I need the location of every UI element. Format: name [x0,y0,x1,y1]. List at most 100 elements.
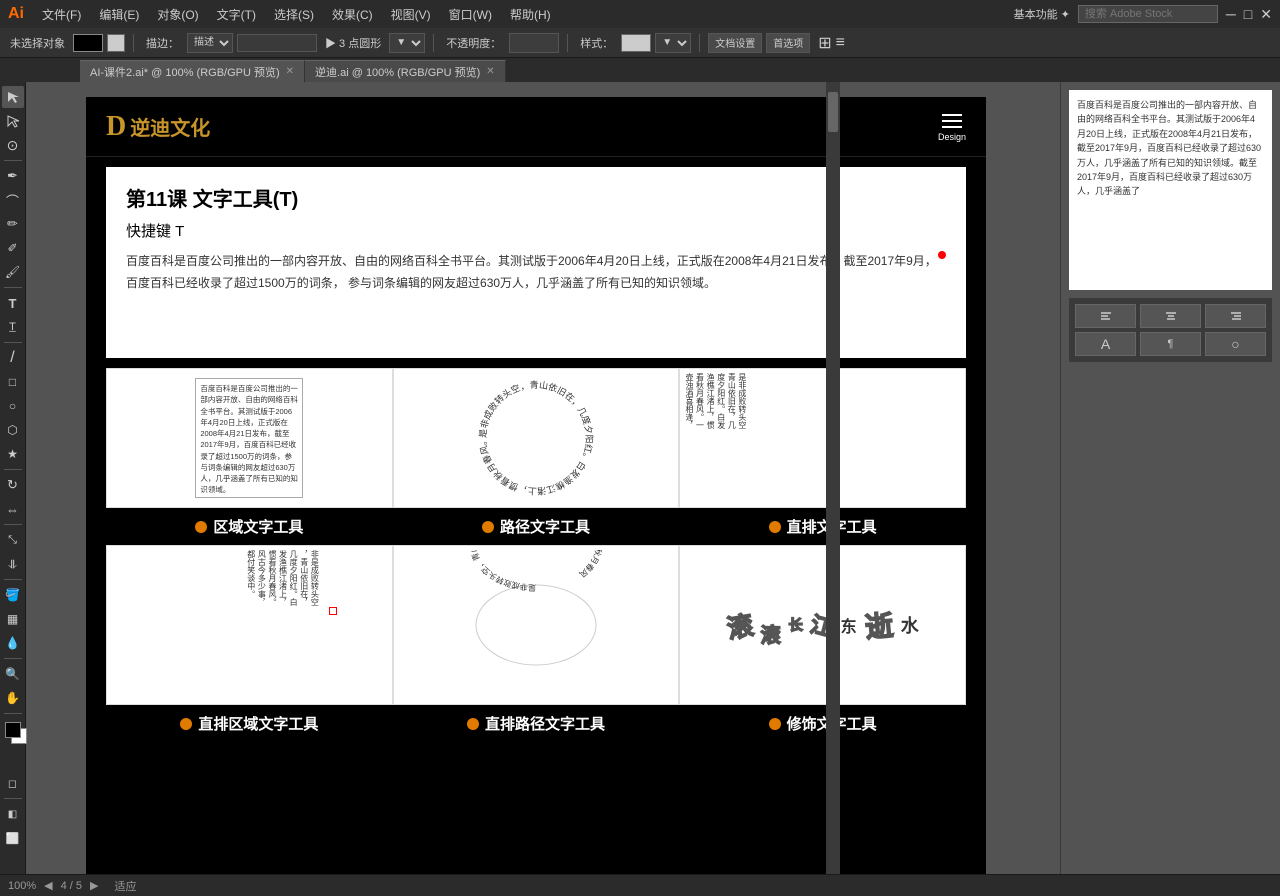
logo-text: 逆迪文化 [130,112,210,141]
tool-hand[interactable]: ✋ [2,687,24,709]
arrow-up-down-icon: ↕ [628,304,637,340]
tool-pen[interactable]: ✒ [2,165,24,187]
window-close[interactable]: ✕ [1260,6,1272,23]
tool-line[interactable]: / [2,347,24,369]
menu-effect[interactable]: 效果(C) [324,4,381,25]
menu-bar-right: 基本功能 ✦ ─ □ ✕ [1014,5,1272,23]
v-area-demo: 非是成败转头空 ，青山依旧在， 几度夕阳红。白 发渔樵江渚上， 惯看秋月春风。 … [106,545,393,734]
blend-select[interactable]: 描述 [187,33,233,53]
right-text-panel: 百度百科是百度公司推出的一部内容开放、自由的网络百科全书平台。其测试版于2006… [1069,90,1272,290]
v-area-dot [180,718,192,730]
align-center-btn[interactable] [1140,304,1201,328]
workspace-icon[interactable]: ≡ [836,34,845,52]
va-col1: 非是成败转头空 [310,550,320,700]
stroke-swatch[interactable] [107,34,125,52]
lesson-title: 第11课 文字工具(T) [126,183,946,212]
menu-select[interactable]: 选择(S) [266,4,322,25]
tool-none[interactable]: ◻ [2,772,24,794]
tab2-label: 逆迪.ai @ 100% (RGB/GPU 预览) [315,64,480,80]
artboard: D 逆迪文化 Design 第11课 文字工具(T) 快捷键 T 百度百科是百度… [86,97,986,874]
tab2-close[interactable]: ✕ [486,66,494,77]
vcol5: 看秋月春风。一 [695,373,705,503]
menu-hamburger[interactable]: Design [938,112,966,142]
tool-blob-brush[interactable]: 🖌 [2,261,24,283]
menu-window[interactable]: 窗口(W) [441,4,500,25]
tool-polygon[interactable]: ⬡ [2,419,24,441]
tool-brush[interactable]: ✏ [2,213,24,235]
tool-pencil[interactable]: ✐ [2,237,24,259]
vertical-label: 直排文字工具 [769,516,877,537]
prev-page-btn[interactable]: ◀ [44,879,52,892]
opacity-input[interactable]: 100% [509,33,559,53]
menu-view[interactable]: 视图(V) [383,4,439,25]
fit-label[interactable]: 适应 [114,878,136,894]
tool-artboard[interactable]: ⬜ [2,827,24,849]
menu-help[interactable]: 帮助(H) [502,4,559,25]
v-path-visual: 是非成败转头空，青山依旧在，几度夕阳红。白发渔樵江渚上，惯看秋月春风 [393,545,680,705]
align-left-btn[interactable] [1075,304,1136,328]
text-style-btn[interactable]: A [1075,332,1136,356]
deco-char6: 逝 [863,604,894,646]
tab-file1[interactable]: AI-课件2.ai* @ 100% (RGB/GPU 预览) ✕ [80,60,305,82]
tool-paintbucket[interactable]: 🪣 [2,584,24,606]
tool-curvature[interactable]: ⌒ [2,189,24,211]
menu-text[interactable]: 文字(T) [209,4,264,25]
align-right-btn[interactable] [1205,304,1266,328]
window-restore[interactable]: □ [1244,6,1252,22]
vcol2: 青山依旧在，几 [727,373,737,503]
panel-toggle-icon[interactable]: ⊞ [818,33,831,53]
blend-bar [237,34,317,52]
tool-text[interactable]: T [2,292,24,314]
va-col7: 都付笑谈中。 [246,550,256,700]
vcol3: 度夕阳红。白发 [716,373,726,503]
foreground-color[interactable] [5,722,21,738]
paragraph-btn[interactable]: ¶ [1140,332,1201,356]
zoom-level[interactable]: 100% [8,880,36,892]
scroll-thumb[interactable] [828,92,838,132]
tool-lasso[interactable]: ⊙ [2,134,24,156]
tool-ellipse[interactable]: ○ [2,395,24,417]
tool-reflect[interactable]: ⇔ [2,498,24,520]
search-input[interactable] [1078,5,1218,23]
tool-zoom[interactable]: 🔍 [2,663,24,685]
tool-shear[interactable]: ⥥ [2,553,24,575]
right-panel-text: 百度百科是百度公司推出的一部内容开放、自由的网络百科全书平台。其测试版于2006… [1077,100,1261,196]
tool-select[interactable] [2,86,24,108]
canvas-scrollbar[interactable] [826,82,840,874]
style-select[interactable]: ▼ [655,33,691,53]
tool-eyedropper[interactable]: 💧 [2,632,24,654]
points-select[interactable]: ▼ [389,33,425,53]
menu-object[interactable]: 对象(O) [149,4,206,25]
circle-btn[interactable]: ○ [1205,332,1266,356]
color-swatch[interactable] [73,34,103,52]
tool-direct-select[interactable] [2,110,24,132]
area-label-text: 区域文字工具 [213,516,303,537]
tab1-close[interactable]: ✕ [286,66,294,77]
tool-rect[interactable]: □ [2,371,24,393]
doc-settings-btn[interactable]: 文档设置 [708,33,762,53]
v-path-label: 直排路径文字工具 [467,713,605,734]
deco-dot [769,718,781,730]
menu-file[interactable]: 文件(F) [34,4,89,25]
next-page-btn[interactable]: ▶ [90,879,98,892]
tool-star[interactable]: ★ [2,443,24,465]
vertical-text-visual: 是非成败转头空 青山依旧在，几 度夕阳红。白发 渔樵江渚上，惯 看秋月春风。一 … [679,368,966,508]
tool-gradient[interactable]: ▦ [2,608,24,630]
tool-half-squares[interactable]: ◧ [2,803,24,825]
preferences-btn[interactable]: 首选项 [766,33,810,53]
area-dot [195,521,207,533]
vertical-text-container: 是非成败转头空 青山依旧在，几 度夕阳红。白发 渔樵江渚上，惯 看秋月春风。一 … [684,373,747,503]
v-area-label: 直排区域文字工具 [180,713,318,734]
tool-scale[interactable]: ⤡ [2,529,24,551]
canvas-area[interactable]: D 逆迪文化 Design 第11课 文字工具(T) 快捷键 T 百度百科是百度… [26,82,1060,874]
window-minimize[interactable]: ─ [1226,6,1236,22]
base-function-label[interactable]: 基本功能 ✦ [1014,6,1070,22]
logo-container: D 逆迪文化 [106,111,210,143]
tab-file2[interactable]: 逆迪.ai @ 100% (RGB/GPU 预览) ✕ [305,60,506,82]
style-preview[interactable] [621,34,651,52]
menu-edit[interactable]: 编辑(E) [91,4,147,25]
tool-touch-type[interactable]: T̲ [2,316,24,338]
tool-rotate[interactable]: ↻ [2,474,24,496]
tab-bar: AI-课件2.ai* @ 100% (RGB/GPU 预览) ✕ 逆迪.ai @… [0,58,1280,82]
deco-chars: 滚 滚 长 江 东 逝 水 [727,605,919,645]
